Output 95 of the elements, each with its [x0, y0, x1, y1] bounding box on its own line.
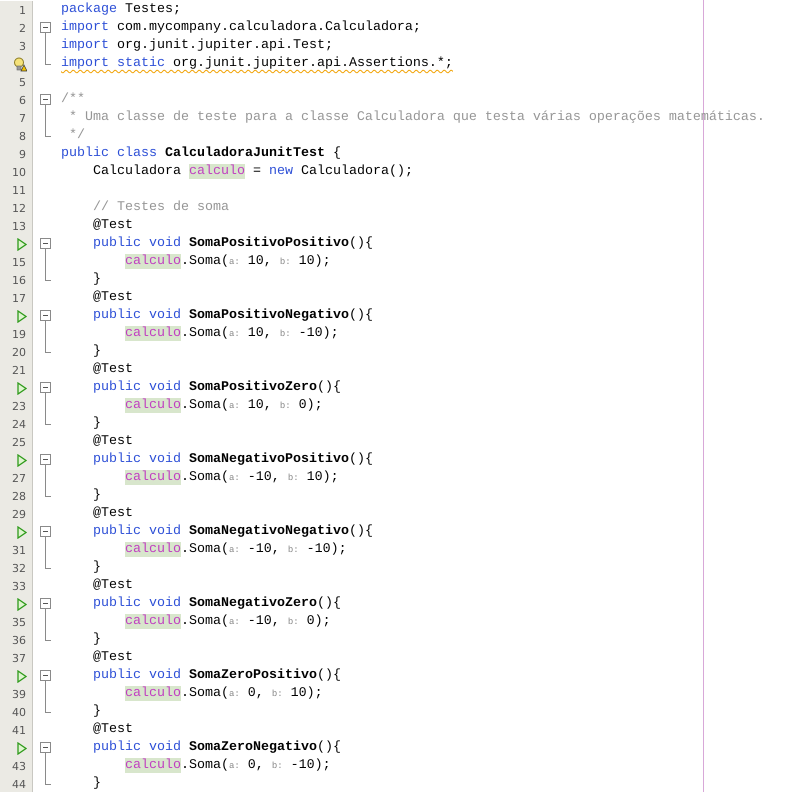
- run-icon[interactable]: [17, 670, 27, 682]
- code-line: @Test: [93, 577, 133, 595]
- line-number: 40: [12, 706, 26, 718]
- line-number: 23: [12, 400, 26, 412]
- run-icon[interactable]: [17, 742, 27, 754]
- code-line: calculo.Soma(a: 0, b: 10);: [125, 685, 323, 703]
- code-line: */: [68, 127, 85, 145]
- code-line: }: [93, 703, 101, 721]
- code-line: calculo.Soma(a: 0, b: -10);: [125, 757, 331, 775]
- fold-toggle-icon[interactable]: [40, 238, 51, 249]
- fold-toggle-icon[interactable]: [40, 22, 51, 33]
- line-number: 20: [12, 346, 26, 358]
- fold-toggle-icon[interactable]: [40, 742, 51, 753]
- code-line: }: [93, 271, 101, 289]
- run-icon[interactable]: [17, 526, 27, 538]
- code-line: @Test: [93, 649, 133, 667]
- code-line: @Test: [93, 505, 133, 523]
- line-number: 33: [12, 580, 26, 592]
- run-icon[interactable]: [17, 238, 27, 250]
- line-number: 27: [12, 472, 26, 484]
- code-line: package Testes;: [61, 1, 181, 19]
- line-number: 39: [12, 688, 26, 700]
- line-number: 21: [12, 364, 26, 376]
- line-number: 1: [19, 4, 26, 16]
- line-number: 13: [12, 220, 26, 232]
- code-line: Calculadora calculo = new Calculadora();: [93, 163, 413, 181]
- line-number: 41: [12, 724, 26, 736]
- line-number: 16: [12, 274, 26, 286]
- code-line: }: [93, 631, 101, 649]
- code-line: public void SomaNegativoZero(){: [93, 595, 341, 613]
- line-number: 9: [19, 148, 26, 160]
- line-number: 43: [12, 760, 26, 772]
- warning-bulb-icon[interactable]: [13, 56, 27, 72]
- line-number: 44: [12, 778, 26, 790]
- line-number: 10: [12, 166, 26, 178]
- line-number: 8: [19, 130, 26, 142]
- line-number: 2: [19, 22, 26, 34]
- code-line: calculo.Soma(a: -10, b: -10);: [125, 541, 347, 559]
- code-line: }: [93, 415, 101, 433]
- fold-toggle-icon[interactable]: [40, 670, 51, 681]
- line-number: 3: [19, 40, 26, 52]
- code-line: // Testes de soma: [93, 199, 229, 217]
- code-line: @Test: [93, 361, 133, 379]
- line-number: 31: [12, 544, 26, 556]
- line-number: 11: [12, 184, 26, 196]
- code-line: public void SomaNegativoPositivo(){: [93, 451, 373, 469]
- code-line: import org.junit.jupiter.api.Test;: [61, 37, 333, 55]
- line-number: 37: [12, 652, 26, 664]
- fold-toggle-icon[interactable]: [40, 598, 51, 609]
- line-number: 32: [12, 562, 26, 574]
- code-line: }: [93, 559, 101, 577]
- code-line: public void SomaNegativoNegativo(){: [93, 523, 373, 541]
- code-line: public void SomaPositivoZero(){: [93, 379, 341, 397]
- code-line: }: [93, 487, 101, 505]
- line-number: 5: [19, 76, 26, 88]
- line-number: 17: [12, 292, 26, 304]
- code-line: @Test: [93, 217, 133, 235]
- code-line: public class CalculadoraJunitTest {: [61, 145, 341, 163]
- fold-toggle-icon[interactable]: [40, 454, 51, 465]
- code-line: /**: [61, 91, 85, 109]
- code-line: @Test: [93, 289, 133, 307]
- code-line: calculo.Soma(a: -10, b: 10);: [125, 469, 339, 487]
- code-line: public void SomaPositivoPositivo(){: [93, 235, 373, 253]
- line-number: 28: [12, 490, 26, 502]
- code-line: calculo.Soma(a: -10, b: 0);: [125, 613, 331, 631]
- code-line: public void SomaZeroNegativo(){: [93, 739, 341, 757]
- code-line: @Test: [93, 433, 133, 451]
- line-number: 24: [12, 418, 26, 430]
- line-number: 36: [12, 634, 26, 646]
- code-line: }: [93, 775, 101, 792]
- fold-toggle-icon[interactable]: [40, 94, 51, 105]
- line-number: 7: [19, 112, 26, 124]
- line-number: 29: [12, 508, 26, 520]
- run-icon[interactable]: [17, 454, 27, 466]
- run-icon[interactable]: [17, 382, 27, 394]
- line-number: 25: [12, 436, 26, 448]
- code-line: calculo.Soma(a: 10, b: 0);: [125, 397, 323, 415]
- run-icon[interactable]: [17, 598, 27, 610]
- code-line: public void SomaZeroPositivo(){: [93, 667, 341, 685]
- line-number: 12: [12, 202, 26, 214]
- line-number: 15: [12, 256, 26, 268]
- fold-toggle-icon[interactable]: [40, 526, 51, 537]
- fold-toggle-icon[interactable]: [40, 310, 51, 321]
- code-line: @Test: [93, 721, 133, 739]
- run-icon[interactable]: [17, 310, 27, 322]
- fold-toggle-icon[interactable]: [40, 382, 51, 393]
- line-number: 19: [12, 328, 26, 340]
- code-line: public void SomaPositivoNegativo(){: [93, 307, 373, 325]
- code-line: calculo.Soma(a: 10, b: -10);: [125, 325, 339, 343]
- line-number: 35: [12, 616, 26, 628]
- code-line: import static org.junit.jupiter.api.Assertions.*;: [61, 55, 453, 73]
- line-number: 6: [19, 94, 26, 106]
- code-line: calculo.Soma(a: 10, b: 10);: [125, 253, 331, 271]
- code-line: }: [93, 343, 101, 361]
- code-line: import com.mycompany.calculadora.Calculadora;: [61, 19, 421, 37]
